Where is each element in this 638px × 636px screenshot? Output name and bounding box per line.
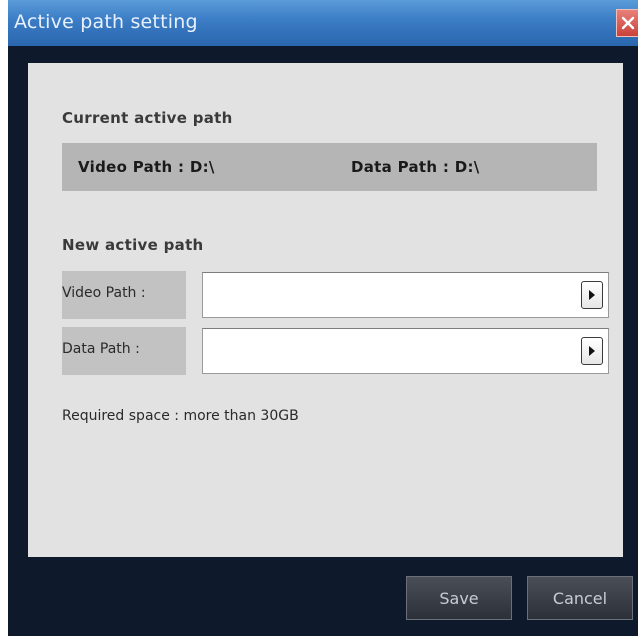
save-button[interactable]: Save <box>406 576 512 620</box>
close-icon <box>621 16 634 30</box>
current-path-heading: Current active path <box>62 109 233 127</box>
content-panel: Current active path Video Path : D:\ Dat… <box>28 63 623 557</box>
close-button[interactable] <box>616 9 638 37</box>
dialog-window: Active path setting Current active path … <box>8 0 638 636</box>
data-path-label-box: Data Path : <box>62 327 186 375</box>
title-bar[interactable]: Active path setting <box>8 0 638 46</box>
new-path-heading: New active path <box>62 236 204 254</box>
video-path-label-box: Video Path : <box>62 271 186 319</box>
play-arrow-icon <box>589 290 595 300</box>
data-path-input[interactable] <box>202 328 609 374</box>
current-data-path: Data Path : D:\ <box>351 158 480 176</box>
play-arrow-icon <box>589 346 595 356</box>
video-path-browse-button[interactable] <box>581 281 603 309</box>
video-path-input[interactable] <box>202 272 609 318</box>
data-path-label: Data Path : <box>62 341 140 357</box>
required-space-note: Required space : more than 30GB <box>62 408 299 424</box>
window-title: Active path setting <box>14 11 198 33</box>
video-path-label: Video Path : <box>62 285 146 301</box>
cancel-button[interactable]: Cancel <box>527 576 633 620</box>
data-path-browse-button[interactable] <box>581 337 603 365</box>
current-path-box: Video Path : D:\ Data Path : D:\ <box>62 143 597 191</box>
current-video-path: Video Path : D:\ <box>78 158 215 176</box>
